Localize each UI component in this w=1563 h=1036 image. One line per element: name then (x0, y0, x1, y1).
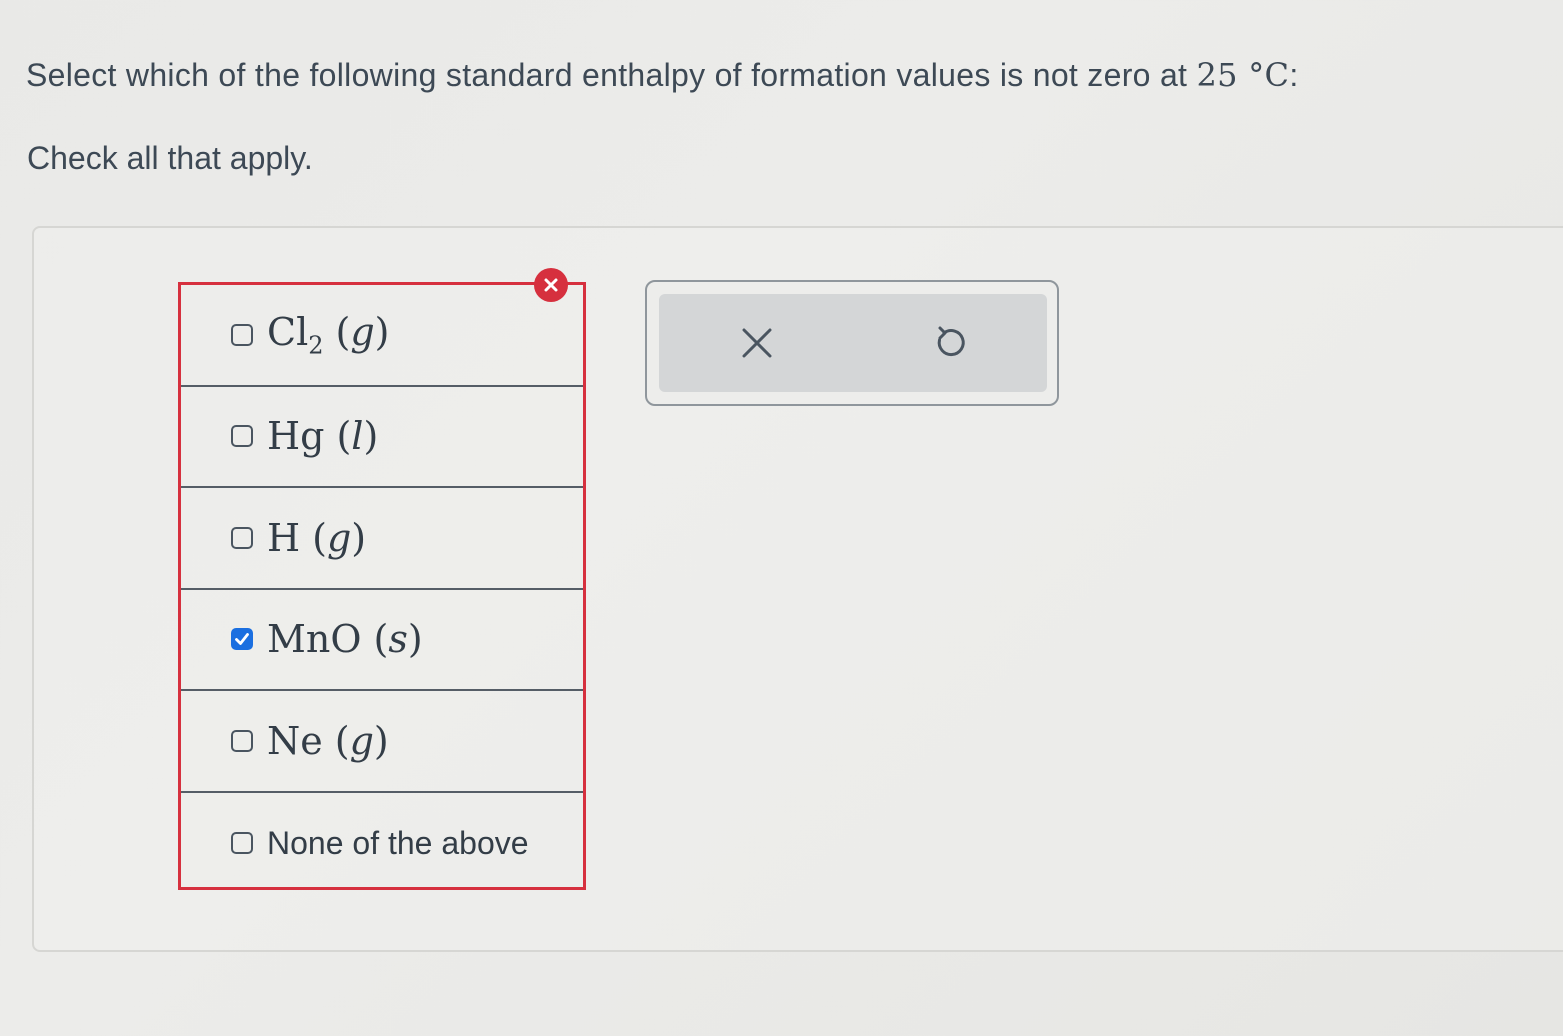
formula: Cl (267, 309, 309, 354)
option-h-gas[interactable]: H (g) (181, 488, 583, 590)
checkbox[interactable] (231, 729, 253, 752)
phase: g (326, 515, 352, 560)
option-label: H (g) (267, 515, 367, 560)
question-prompt: Select which of the following standard e… (26, 57, 1197, 93)
question-temperature: 25 °C (1196, 56, 1290, 94)
formula: Ne (267, 718, 323, 763)
instruction-text: Check all that apply. (27, 140, 313, 176)
checkbox[interactable] (231, 832, 253, 855)
option-none-of-the-above[interactable]: None of the above (181, 793, 583, 895)
option-label: Cl2 (g) (267, 309, 390, 360)
checkbox[interactable] (231, 323, 253, 346)
x-circle-icon (534, 268, 568, 302)
options-list: Cl2 (g) Hg (l) H (g) MnO (s) Ne (g) None of t… (178, 282, 586, 890)
undo-button[interactable] (929, 323, 969, 363)
question-colon: : (1289, 57, 1299, 93)
checkbox-checked[interactable] (231, 628, 253, 651)
answer-tools (645, 280, 1059, 406)
phase: g (349, 718, 374, 763)
option-label: Hg (l) (267, 414, 379, 459)
checkbox[interactable] (231, 425, 253, 448)
phase: l (351, 414, 364, 459)
option-ne-gas[interactable]: Ne (g) (181, 691, 583, 793)
option-mno-solid[interactable]: MnO (s) (181, 590, 583, 691)
question-text: Select which of the following standard e… (26, 56, 1299, 94)
checkbox[interactable] (231, 526, 253, 549)
undo-icon (937, 326, 965, 357)
phase: s (388, 617, 408, 662)
clear-button[interactable] (737, 323, 777, 363)
formula: MnO (267, 617, 362, 662)
option-label: Ne (g) (267, 718, 389, 763)
option-label: None of the above (267, 824, 529, 861)
phase: g (350, 309, 375, 354)
formula: Hg (267, 414, 325, 459)
tools-panel (659, 294, 1047, 392)
x-icon (742, 328, 772, 358)
option-label: MnO (s) (267, 617, 423, 662)
formula-subscript: 2 (308, 331, 324, 360)
checkmark-icon (235, 633, 249, 646)
formula: H (267, 515, 301, 560)
option-hg-liquid[interactable]: Hg (l) (181, 387, 583, 488)
option-cl2-gas[interactable]: Cl2 (g) (181, 285, 583, 387)
